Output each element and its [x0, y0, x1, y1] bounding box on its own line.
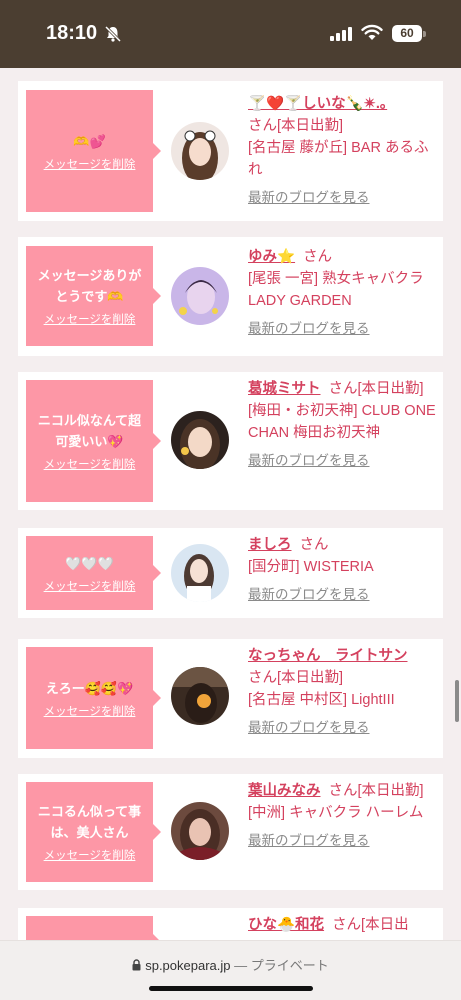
url-separator: — [234, 958, 248, 973]
latest-blog-link[interactable]: 最新のブログを見る [248, 584, 438, 606]
message-text: メッセージありがとうです🫶 [37, 268, 142, 304]
message-text: 🫶💕 [73, 133, 106, 149]
cast-status: さん[本日出 [332, 917, 409, 933]
shop-name: [尾張 一宮] 熟女キャバクラ LADY GARDEN [248, 271, 424, 309]
cast-info: ましろ さん [国分町] WISTERIA 最新のブログを見る [248, 534, 438, 606]
shop-name: [梅田・お初天神] CLUB ONE CHAN 梅田お初天神 [248, 403, 436, 441]
message-card: ひな🐣和花 さん[本日出 [18, 908, 443, 940]
message-bubble: えろー🥰🥰💖 メッセージを削除 [26, 647, 161, 749]
cast-status: さん[本日出勤] [248, 670, 344, 686]
status-time: 18:10 [46, 22, 98, 44]
message-card: 🫶💕 メッセージを削除 🍸❤️🍸しいな🍾✴︎.｡ さん[本日出勤] [名古屋 藤… [18, 81, 443, 221]
latest-blog-link[interactable]: 最新のブログを見る [248, 187, 438, 209]
latest-blog-link[interactable]: 最新のブログを見る [248, 450, 438, 472]
cast-info: ひな🐣和花 さん[本日出 [248, 914, 438, 936]
message-text: ニコるん似って事は、美人さん [37, 804, 142, 840]
cast-info: なっちゃん ライトサン さん[本日出勤] [名古屋 中村区] LightIII … [248, 645, 438, 739]
message-bubble: メッセージありがとうです🫶 メッセージを削除 [26, 246, 161, 346]
cast-name-link[interactable]: 🍸❤️🍸しいな🍾✴︎.｡ [248, 96, 387, 112]
battery-indicator: 60 [392, 25, 422, 42]
browser-address-bar[interactable]: sp.pokepara.jp — プライベート [0, 940, 461, 1000]
bell-slash-icon [104, 25, 122, 43]
cast-name-link[interactable]: 葛城ミサト [248, 381, 321, 397]
message-card: ニコル似なんて超可愛いい💖 メッセージを削除 葛城ミサト さん[本日出勤] [梅田… [18, 372, 443, 510]
lock-icon [132, 959, 141, 971]
shop-name: [中洲] キャバクラ ハーレム [248, 805, 424, 821]
avatar[interactable] [171, 544, 229, 602]
cast-status: さん[本日出勤] [248, 118, 344, 134]
delete-message-link[interactable]: メッセージを削除 [44, 847, 136, 863]
cast-status: さん[本日出勤] [328, 783, 424, 799]
latest-blog-link[interactable]: 最新のブログを見る [248, 318, 438, 340]
cast-status: さん [299, 537, 329, 553]
latest-blog-link[interactable]: 最新のブログを見る [248, 717, 438, 739]
message-text: えろー🥰🥰💖 [45, 680, 134, 696]
cast-name-link[interactable]: ひな🐣和花 [248, 917, 324, 933]
signal-icon [330, 27, 352, 41]
delete-message-link[interactable]: メッセージを削除 [44, 703, 136, 719]
message-bubble: ニコル似なんて超可愛いい💖 メッセージを削除 [26, 380, 161, 502]
message-bubble [26, 916, 161, 940]
wifi-icon [361, 24, 383, 40]
delete-message-link[interactable]: メッセージを削除 [44, 311, 136, 327]
message-list[interactable]: 🫶💕 メッセージを削除 🍸❤️🍸しいな🍾✴︎.｡ さん[本日出勤] [名古屋 藤… [0, 68, 461, 940]
message-card: ニコるん似って事は、美人さん メッセージを削除 葉山みなみ さん[本日出勤] [中… [18, 774, 443, 890]
cast-info: ゆみ⭐ さん [尾張 一宮] 熟女キャバクラ LADY GARDEN 最新のブログ… [248, 246, 438, 340]
status-bar: 18:10 60 [0, 0, 461, 68]
message-card: 🤍🤍🤍 メッセージを削除 ましろ さん [国分町] WISTERIA 最新のブログ… [18, 528, 443, 618]
message-text: ニコル似なんて超可愛いい💖 [37, 413, 142, 449]
delete-message-link[interactable]: メッセージを削除 [44, 156, 136, 172]
cast-name-link[interactable]: ましろ [248, 537, 292, 553]
cast-name-link[interactable]: 葉山みなみ [248, 783, 321, 799]
delete-message-link[interactable]: メッセージを削除 [44, 578, 136, 594]
cast-info: 🍸❤️🍸しいな🍾✴︎.｡ さん[本日出勤] [名古屋 藤が丘] BAR あるふれ… [248, 93, 438, 209]
private-mode-label: プライベート [250, 958, 329, 973]
avatar[interactable] [171, 667, 229, 725]
scrollbar[interactable] [455, 680, 459, 722]
message-card: えろー🥰🥰💖 メッセージを削除 なっちゃん ライトサン さん[本日出勤] [名古… [18, 639, 443, 758]
battery-tip [423, 31, 426, 37]
message-bubble: 🤍🤍🤍 メッセージを削除 [26, 536, 161, 610]
latest-blog-link[interactable]: 最新のブログを見る [248, 830, 438, 852]
avatar[interactable] [171, 267, 229, 325]
message-bubble: 🫶💕 メッセージを削除 [26, 90, 161, 212]
cast-status: さん [303, 249, 333, 265]
avatar[interactable] [171, 122, 229, 180]
cast-status: さん[本日出勤] [328, 381, 424, 397]
cast-name-link[interactable]: ゆみ⭐ [248, 249, 295, 265]
avatar[interactable] [171, 802, 229, 860]
url-display[interactable]: sp.pokepara.jp — プライベート [0, 955, 461, 974]
delete-message-link[interactable]: メッセージを削除 [44, 456, 136, 472]
avatar[interactable] [171, 411, 229, 469]
cast-info: 葛城ミサト さん[本日出勤] [梅田・お初天神] CLUB ONE CHAN 梅田… [248, 378, 438, 472]
home-indicator[interactable] [149, 986, 313, 991]
cast-name-link[interactable]: なっちゃん ライトサン [248, 648, 408, 664]
cast-info: 葉山みなみ さん[本日出勤] [中洲] キャバクラ ハーレム 最新のブログを見る [248, 780, 438, 852]
message-bubble: ニコるん似って事は、美人さん メッセージを削除 [26, 782, 161, 882]
message-text: 🤍🤍🤍 [65, 555, 114, 571]
message-card: メッセージありがとうです🫶 メッセージを削除 ゆみ⭐ さん [尾張 一宮] 熟女キ… [18, 237, 443, 356]
shop-name: [名古屋 藤が丘] BAR あるふれ [248, 140, 429, 178]
shop-name: [国分町] WISTERIA [248, 559, 374, 575]
shop-name: [名古屋 中村区] LightIII [248, 692, 395, 708]
url-text: sp.pokepara.jp [145, 958, 231, 973]
